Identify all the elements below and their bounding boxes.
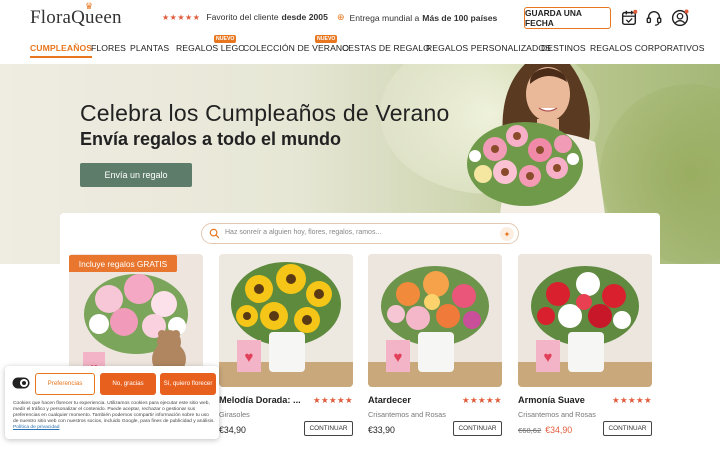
product-card[interactable]: ♥ Melodía Dorada: ... ★★★★★ Girasoles €3… (219, 254, 353, 436)
logo[interactable]: FloraQueen ♛ (30, 1, 122, 29)
header: FloraQueen ♛ ★★★★★ Favorito del cliente … (0, 0, 720, 36)
shipping-info: ⊕ Entrega mundial a Más de 100 países (337, 12, 497, 23)
price-value: €34,90 (545, 425, 573, 435)
cookie-body: Cookies que hacen florecer tu experienci… (13, 401, 215, 425)
rating-bold: desde 2005 (281, 12, 328, 22)
product-name[interactable]: Atardecer (368, 395, 411, 405)
rating-info: ★★★★★ Favorito del cliente desde 2005 (162, 12, 328, 22)
rating-stars-icon: ★★★★★ (461, 395, 502, 405)
price-value: €34,90 (219, 425, 246, 435)
nav-item-regalos-lego[interactable]: REGALOS LEGO (176, 43, 245, 53)
product-subtitle: Crisantemos and Rosas (368, 410, 446, 419)
nav-item-cumpleanos[interactable]: CUMPLEAÑOS (30, 43, 93, 58)
nav-item-plantas[interactable]: PLANTAS (130, 43, 169, 53)
cookie-text: Cookies que hacen florecer tu experienci… (13, 401, 215, 431)
product-subtitle: Crisantemos and Rosas (518, 410, 596, 419)
rating-text: Favorito del cliente (206, 12, 279, 22)
nav-item-flores[interactable]: FLORES (91, 43, 126, 53)
free-gifts-badge: Incluye regalos GRATIS (69, 255, 177, 272)
reject-cookies-button[interactable]: No, gracias (100, 373, 156, 395)
old-price: €68,62 (518, 426, 542, 435)
continue-button[interactable]: CONTINUAR (603, 421, 652, 436)
shipping-bold: Más de 100 países (422, 12, 498, 23)
continue-button[interactable]: CONTINUAR (453, 421, 502, 436)
nav-item-personalizados[interactable]: REGALOS PERSONALIZADOS (426, 43, 551, 53)
product-card[interactable]: ♥ Atardecer ★★★★★ Crisantemos and Rosas … (368, 254, 502, 436)
search-bar[interactable]: Haz sonreír a alguien hoy, flores, regal… (201, 223, 519, 244)
price-value: €33,90 (368, 425, 395, 435)
product-price: €68,62 €34,90 (518, 425, 572, 435)
svg-text:♥: ♥ (245, 349, 254, 366)
crown-icon: ♛ (85, 1, 94, 11)
main-nav: CUMPLEAÑOS FLORES PLANTAS REGALOS LEGO N… (0, 35, 720, 58)
calendar-icon[interactable] (620, 9, 638, 27)
headset-icon[interactable] (645, 9, 663, 27)
sparkle-search-icon[interactable]: ✦ (500, 227, 514, 241)
send-gift-button[interactable]: Envía un regalo (80, 163, 192, 187)
bouquet-sunflowers-image: ♥ (219, 254, 353, 387)
globe-icon: ⊕ (337, 12, 345, 22)
product-name[interactable]: Melodía Dorada: ... (219, 395, 301, 405)
product-card[interactable]: ♥ Armonía Suave ★★★★★ Crisantemos and Ro… (518, 254, 652, 436)
product-price: €34,90 (219, 425, 246, 435)
save-date-button[interactable]: GUARDA UNA FECHA (524, 7, 611, 29)
product-image-armonia[interactable]: ♥ (518, 254, 652, 387)
preferences-button[interactable]: Preferencias (35, 373, 95, 395)
search-icon (209, 228, 220, 239)
logo-text[interactable]: FloraQueen (30, 7, 122, 28)
rating-stars-icon: ★★★★★ (312, 395, 353, 405)
privacy-policy-link[interactable]: Política de privacidad (13, 425, 60, 430)
bouquet-atardecer-image: ♥ (368, 254, 502, 387)
bouquet-armonia-image: ♥ (518, 254, 652, 387)
nav-item-cestas[interactable]: CESTAS DE REGALO (342, 43, 430, 53)
nuevo-badge-lego: NUEVO (214, 35, 237, 43)
hero-subtitle: Envía regalos a todo el mundo (80, 129, 342, 149)
nav-item-destinos[interactable]: DESTINOS (541, 43, 586, 53)
nav-item-corporativos[interactable]: REGALOS CORPORATIVOS (590, 43, 705, 53)
cookie-banner: Preferencias No, gracias Sí, quiero flor… (5, 366, 219, 439)
svg-text:♥: ♥ (544, 349, 553, 366)
hero-title: Celebra los Cumpleaños de Verano (80, 100, 450, 126)
product-price: €33,90 (368, 425, 395, 435)
nuevo-badge-verano: NUEVO (315, 35, 338, 43)
hero-woman-with-bouquet-image (467, 64, 605, 214)
search-input[interactable]: Haz sonreír a alguien hoy, flores, regal… (225, 229, 381, 236)
shipping-text: Entrega mundial a (349, 12, 420, 23)
rating-stars-icon: ★★★★★ (611, 395, 652, 405)
nav-item-coleccion-verano[interactable]: COLECCIÓN DE VERANO (243, 43, 349, 53)
svg-text:♥: ♥ (394, 349, 403, 366)
product-image-atardecer[interactable]: ♥ (368, 254, 502, 387)
product-image-sunflowers[interactable]: ♥ (219, 254, 353, 387)
accept-cookies-button[interactable]: Sí, quiero florecer (160, 373, 216, 395)
product-subtitle: Girasoles (219, 410, 250, 419)
product-name[interactable]: Armonía Suave (518, 395, 585, 405)
continue-button[interactable]: CONTINUAR (304, 421, 353, 436)
user-icon[interactable] (671, 9, 689, 27)
rating-stars-icon: ★★★★★ (162, 12, 201, 22)
toggle-icon (12, 377, 30, 389)
